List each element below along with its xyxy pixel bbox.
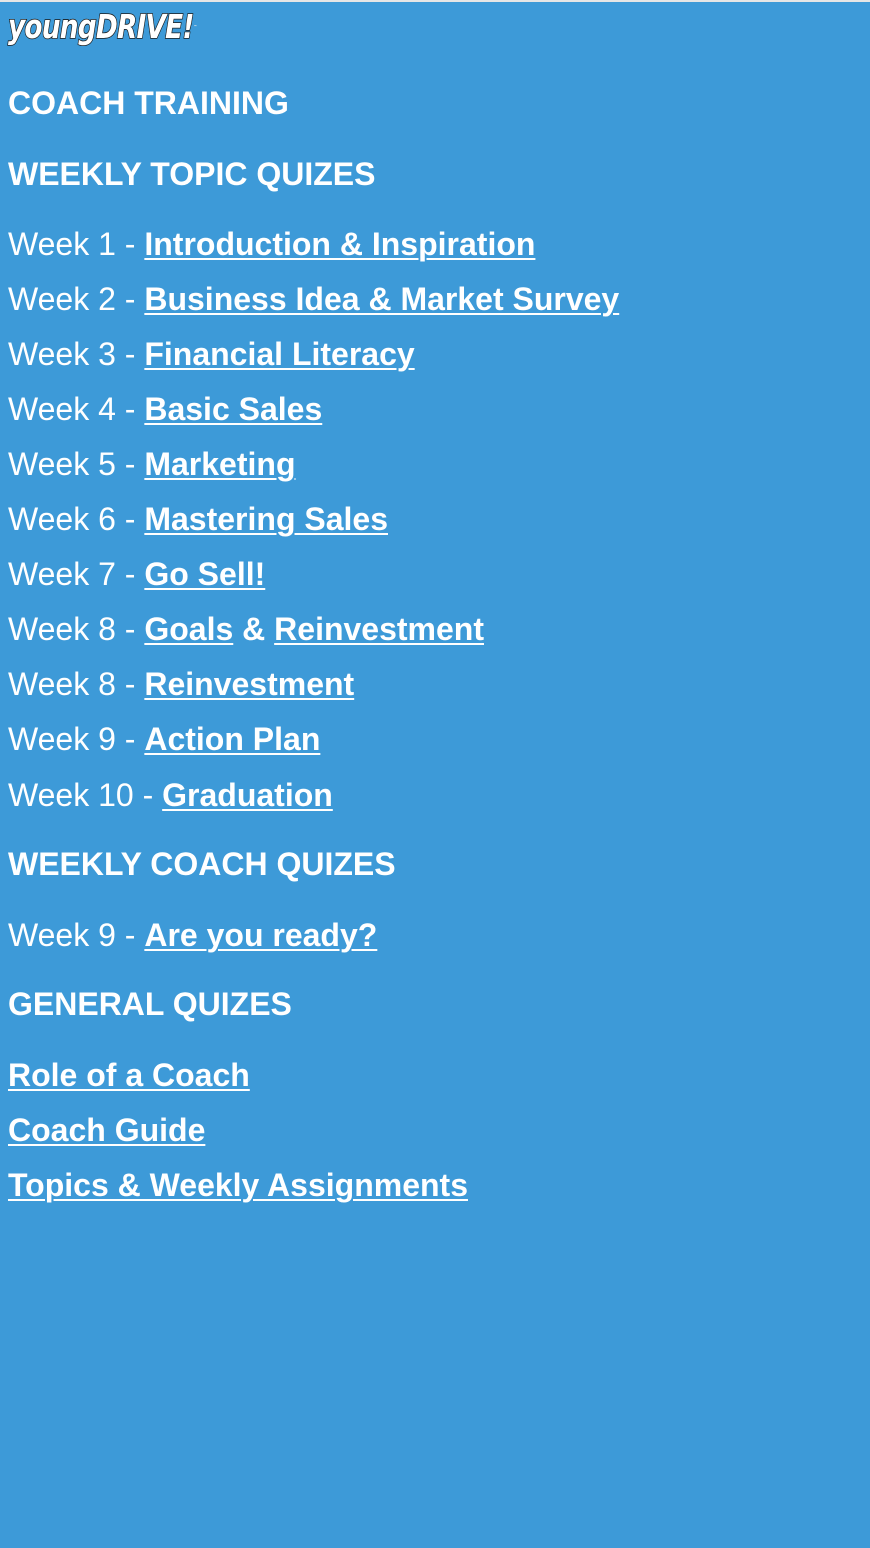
quiz-link-marketing[interactable]: Marketing [144,446,295,482]
week-label: Week 1 - [8,226,145,262]
week-label: Week 10 - [8,777,163,813]
quiz-link-reinvestment[interactable]: Reinvestment [274,611,484,647]
logo-text: youngDRIVE! [7,7,195,47]
quiz-link-goals[interactable]: Goals [144,611,233,647]
quiz-link-introduction-inspiration[interactable]: Introduction & Inspiration [144,226,535,262]
week-label: Week 8 - [8,666,145,702]
general-quizes-heading: GENERAL QUIZES [8,986,292,1022]
quiz-link-coach-guide[interactable]: Coach Guide [8,1112,205,1148]
quiz-link-reinvestment[interactable]: Reinvestment [144,666,354,702]
topic-quiz-row: Week 1 - Introduction & Inspiration [8,226,535,262]
page-title: COACH TRAINING [8,85,289,121]
youngdrive-logo[interactable]: youngDRIVE!™ [7,7,197,47]
week-label: Week 8 - [8,611,145,647]
topic-quiz-row: Week 10 - Graduation [8,777,333,813]
quiz-link-action-plan[interactable]: Action Plan [144,721,320,757]
topic-quiz-row: Week 3 - Financial Literacy [8,336,415,372]
quiz-link-graduation[interactable]: Graduation [162,777,333,813]
ampersand-separator: & [233,611,275,647]
weekly-topic-quizes-heading: WEEKLY TOPIC QUIZES [8,156,376,192]
quiz-link-business-idea-market-survey[interactable]: Business Idea & Market Survey [144,281,619,317]
week-label: Week 7 - [8,556,145,592]
topic-quiz-row: Week 8 - Goals & Reinvestment [8,611,484,647]
quiz-link-mastering-sales[interactable]: Mastering Sales [144,501,388,537]
general-quiz-row: Topics & Weekly Assignments [8,1167,468,1203]
week-label: Week 5 - [8,446,145,482]
topic-quiz-row: Week 4 - Basic Sales [8,391,322,427]
weekly-coach-quizes-heading: WEEKLY COACH QUIZES [8,846,396,882]
week-label: Week 6 - [8,501,145,537]
quiz-link-are-you-ready[interactable]: Are you ready? [144,917,377,953]
general-quiz-row: Coach Guide [8,1112,205,1148]
quiz-link-go-sell[interactable]: Go Sell! [144,556,265,592]
general-quiz-row: Role of a Coach [8,1057,250,1093]
topic-quiz-row: Week 6 - Mastering Sales [8,501,388,537]
topic-quiz-row: Week 5 - Marketing [8,446,295,482]
trademark-mark: ™ [193,24,197,29]
topic-quiz-row: Week 2 - Business Idea & Market Survey [8,281,619,317]
week-label: Week 9 - [8,721,145,757]
week-label: Week 3 - [8,336,145,372]
week-label: Week 2 - [8,281,145,317]
week-label: Week 9 - [8,917,145,953]
coach-quiz-row: Week 9 - Are you ready? [8,917,377,953]
topic-quiz-row: Week 9 - Action Plan [8,721,320,757]
quiz-link-basic-sales[interactable]: Basic Sales [144,391,322,427]
topic-quiz-row: Week 7 - Go Sell! [8,556,265,592]
quiz-link-role-of-a-coach[interactable]: Role of a Coach [8,1057,250,1093]
quiz-link-financial-literacy[interactable]: Financial Literacy [144,336,414,372]
quiz-link-topics-weekly-assignments[interactable]: Topics & Weekly Assignments [8,1167,468,1203]
week-label: Week 4 - [8,391,145,427]
topic-quiz-row: Week 8 - Reinvestment [8,666,354,702]
